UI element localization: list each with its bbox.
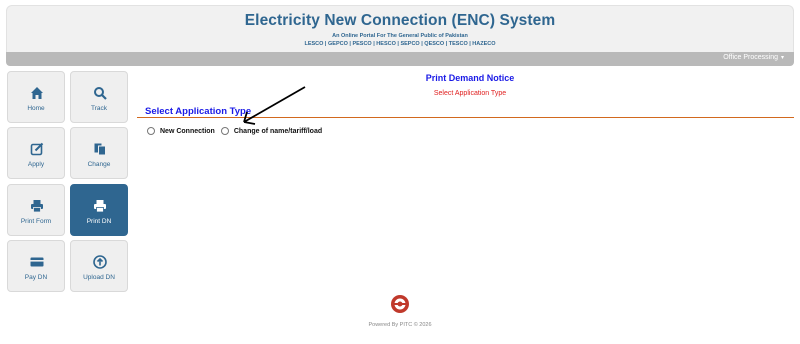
print-icon bbox=[94, 200, 106, 213]
sidebar-item-label: Change bbox=[87, 161, 111, 168]
change-of-name-radio[interactable] bbox=[220, 127, 229, 135]
sidebar-item-label: Track bbox=[90, 105, 107, 112]
sidebar-item-label: Upload DN bbox=[83, 274, 115, 281]
office-processing-label: Office Processing bbox=[723, 54, 778, 61]
chevron-down-icon: ▾ bbox=[780, 55, 784, 61]
sidebar-item-track[interactable]: Track bbox=[70, 71, 128, 123]
sidebar-item-print-form[interactable]: Print Form bbox=[7, 184, 65, 236]
menu-bar: Office Processing ▾ bbox=[6, 52, 794, 66]
office-processing-menu[interactable]: Office Processing ▾ bbox=[723, 54, 784, 61]
sidebar-item-print-dn[interactable]: Print DN bbox=[70, 184, 128, 236]
home-icon bbox=[31, 87, 43, 99]
option-new-connection[interactable]: New Connection bbox=[147, 127, 215, 135]
sidebar-item-label: Apply bbox=[27, 161, 45, 168]
sidebar-item-label: Print Form bbox=[20, 218, 52, 225]
section-title: Select Application Type bbox=[145, 106, 252, 117]
site-subtitle: An Online Portal For The General Public … bbox=[332, 33, 468, 39]
print-icon bbox=[31, 200, 43, 213]
new-connection-radio[interactable] bbox=[147, 127, 155, 135]
sidebar-item-label: Home bbox=[27, 105, 45, 112]
page-subtitle: Select Application Type bbox=[433, 90, 507, 97]
upload-icon bbox=[93, 255, 107, 269]
sidebar-item-upload-dn[interactable]: Upload DN bbox=[70, 240, 128, 292]
sidebar-item-label: Print DN bbox=[86, 218, 112, 225]
sidebar-item-home[interactable]: Home bbox=[7, 71, 65, 123]
sidebar-item-pay-dn[interactable]: Pay DN bbox=[7, 240, 65, 292]
sidebar-item-change[interactable]: Change bbox=[70, 127, 128, 179]
page-title: Print Demand Notice bbox=[425, 73, 515, 83]
edit-icon bbox=[30, 142, 44, 156]
application-type-options: New Connection Change of name/tariff/loa… bbox=[147, 127, 328, 135]
site-header: Electricity New Connection (ENC) System … bbox=[6, 5, 794, 53]
site-title: Electricity New Connection (ENC) System bbox=[244, 12, 556, 29]
credit-card-icon bbox=[30, 257, 44, 267]
pitc-logo-icon bbox=[391, 295, 409, 313]
search-icon bbox=[94, 87, 107, 100]
option-change-of-name-tariff-load[interactable]: Change of name/tariff/load bbox=[220, 127, 323, 135]
option-label: New Connection bbox=[160, 127, 215, 135]
footer-text: Powered By PITC © 2026 bbox=[368, 322, 432, 328]
copy-icon bbox=[94, 143, 106, 156]
sidebar-item-label: Pay DN bbox=[24, 274, 48, 281]
company-list: LESCO | GEPCO | PESCO | HESCO | SEPCO | … bbox=[304, 41, 496, 47]
section-divider bbox=[137, 117, 794, 118]
sidebar-item-apply[interactable]: Apply bbox=[7, 127, 65, 179]
option-label: Change of name/tariff/load bbox=[233, 127, 323, 135]
